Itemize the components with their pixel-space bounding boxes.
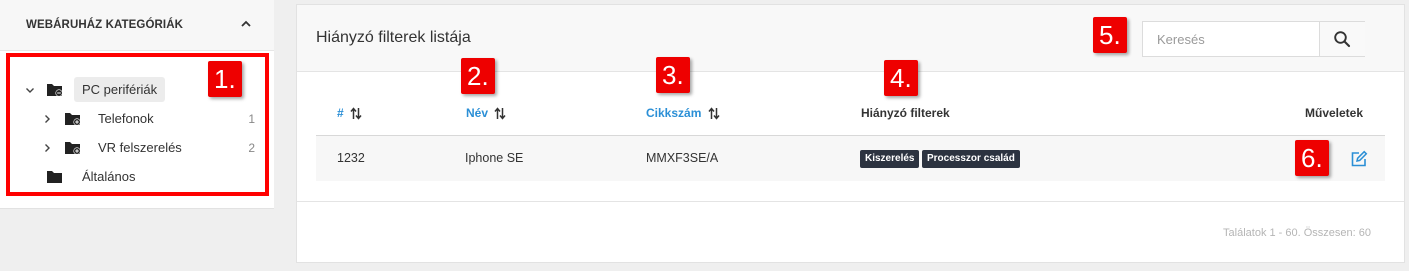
column-header-name[interactable]: Név [466, 106, 506, 123]
category-panel: WEBÁRUHÁZ KATEGÓRIÁK PC perifériák Telef… [0, 0, 274, 209]
divider [297, 201, 1404, 202]
chevron-right-icon[interactable] [41, 141, 53, 153]
search-box [1142, 21, 1365, 57]
annotation-badge: 2. [461, 58, 495, 94]
tree-item-label: VR felszerelés [98, 140, 182, 155]
category-panel-header: WEBÁRUHÁZ KATEGÓRIÁK [0, 0, 274, 51]
annotation-badge: 1. [208, 61, 242, 97]
column-header-missing-filters: Hiányzó filterek [861, 106, 950, 120]
folder-add-icon [64, 111, 82, 127]
page-title: Hiányzó filterek listája [316, 29, 471, 46]
edit-icon [1350, 150, 1368, 172]
tree-item-label: PC perifériák [74, 77, 166, 102]
annotation-badge: 3. [656, 57, 690, 93]
column-header-label: # [337, 106, 344, 120]
column-header-actions: Műveletek [1305, 106, 1364, 120]
chevron-down-icon[interactable] [24, 83, 36, 95]
tree-item-label: Telefonok [98, 111, 154, 126]
missing-filters-card: Hiányzó filterek listája # Név Cikkszám … [296, 4, 1405, 263]
chevron-up-icon[interactable] [236, 14, 256, 34]
column-header-label: Cikkszám [646, 106, 702, 120]
folder-add-icon [64, 140, 82, 156]
sort-icon [708, 107, 720, 123]
column-header-sku[interactable]: Cikkszám [646, 106, 720, 123]
annotation-badge: 4. [884, 60, 918, 96]
tree-item-count: 2 [248, 141, 255, 155]
cell-id: 1232 [337, 151, 365, 165]
cell-name: Iphone SE [465, 151, 524, 165]
edit-button[interactable] [1350, 150, 1368, 168]
cell-sku: MMXF3SE/A [646, 151, 719, 165]
column-header-id[interactable]: # [337, 106, 362, 123]
annotation-badge: 5. [1093, 17, 1127, 53]
folder-remove-icon [46, 82, 64, 98]
chevron-right-icon[interactable] [41, 112, 53, 124]
tree-item-count: 1 [248, 112, 255, 126]
category-panel-title: WEBÁRUHÁZ KATEGÓRIÁK [26, 19, 184, 31]
tree-item-altalanos[interactable]: Általános [10, 164, 265, 190]
tree-item-telefonok[interactable]: Telefonok 1 [10, 106, 265, 132]
search-button[interactable] [1319, 22, 1365, 56]
missing-filter-tag: Kiszerelés [860, 150, 920, 168]
folder-icon [46, 169, 64, 185]
search-icon [1333, 30, 1351, 53]
search-input[interactable] [1143, 22, 1319, 56]
annotation-badge: 6. [1295, 140, 1329, 176]
pagination-summary: Találatok 1 - 60. Összesen: 60 [1223, 227, 1371, 239]
tree-item-label: Általános [82, 169, 136, 184]
column-header-label: Név [466, 106, 489, 120]
tree-item-vr-felszereles[interactable]: VR felszerelés 2 [10, 135, 265, 161]
table-row: 1232 Iphone SE MMXF3SE/A Kiszerelés Proc… [316, 136, 1385, 181]
sort-icon [494, 107, 506, 123]
sort-icon [350, 107, 362, 123]
missing-filter-tag: Processzor család [922, 150, 1020, 168]
